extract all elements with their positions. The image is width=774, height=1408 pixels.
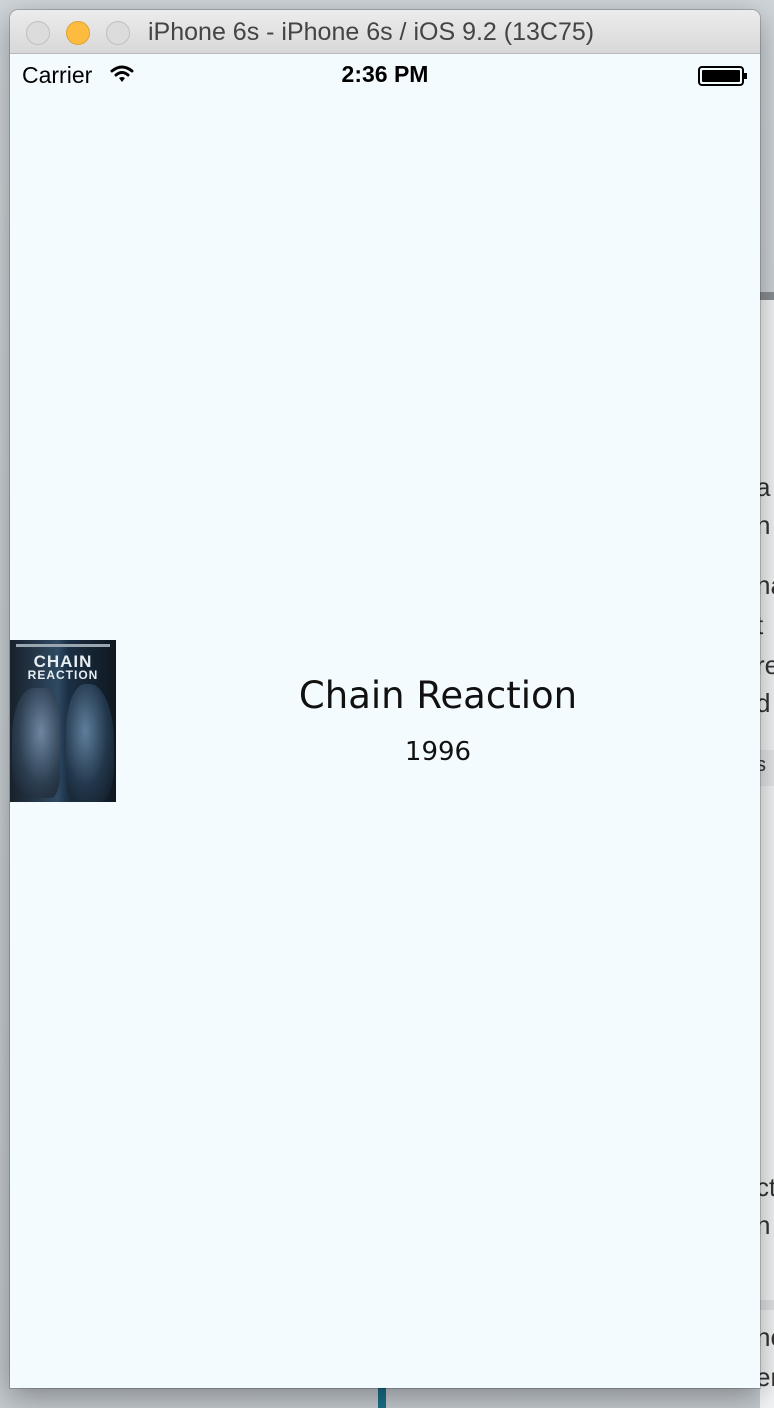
movie-poster-image: CHAIN REACTION — [10, 640, 116, 802]
simulator-window: iPhone 6s - iPhone 6s / iOS 9.2 (13C75) … — [10, 10, 760, 1388]
zoom-button[interactable] — [106, 21, 130, 45]
movie-title: Chain Reaction — [298, 674, 578, 717]
minimize-button[interactable] — [66, 21, 90, 45]
window-titlebar[interactable]: iPhone 6s - iPhone 6s / iOS 9.2 (13C75) — [10, 10, 760, 54]
poster-face-left — [12, 688, 60, 798]
background-scroll-indicator — [378, 1388, 386, 1408]
background-panel — [760, 300, 774, 1408]
ios-status-bar: Carrier 2:36 PM — [10, 54, 760, 94]
close-button[interactable] — [26, 21, 50, 45]
status-time: 2:36 PM — [341, 61, 429, 87]
battery-icon — [698, 66, 747, 86]
movie-year: 1996 — [404, 737, 472, 767]
poster-credits-bar — [16, 644, 110, 649]
window-title: iPhone 6s - iPhone 6s / iOS 9.2 (13C75) — [148, 18, 595, 46]
background-toolbar-edge — [760, 292, 774, 300]
poster-title-text: CHAIN REACTION — [27, 652, 99, 682]
background-strip — [760, 1300, 774, 1310]
poster-face-right — [66, 684, 114, 802]
